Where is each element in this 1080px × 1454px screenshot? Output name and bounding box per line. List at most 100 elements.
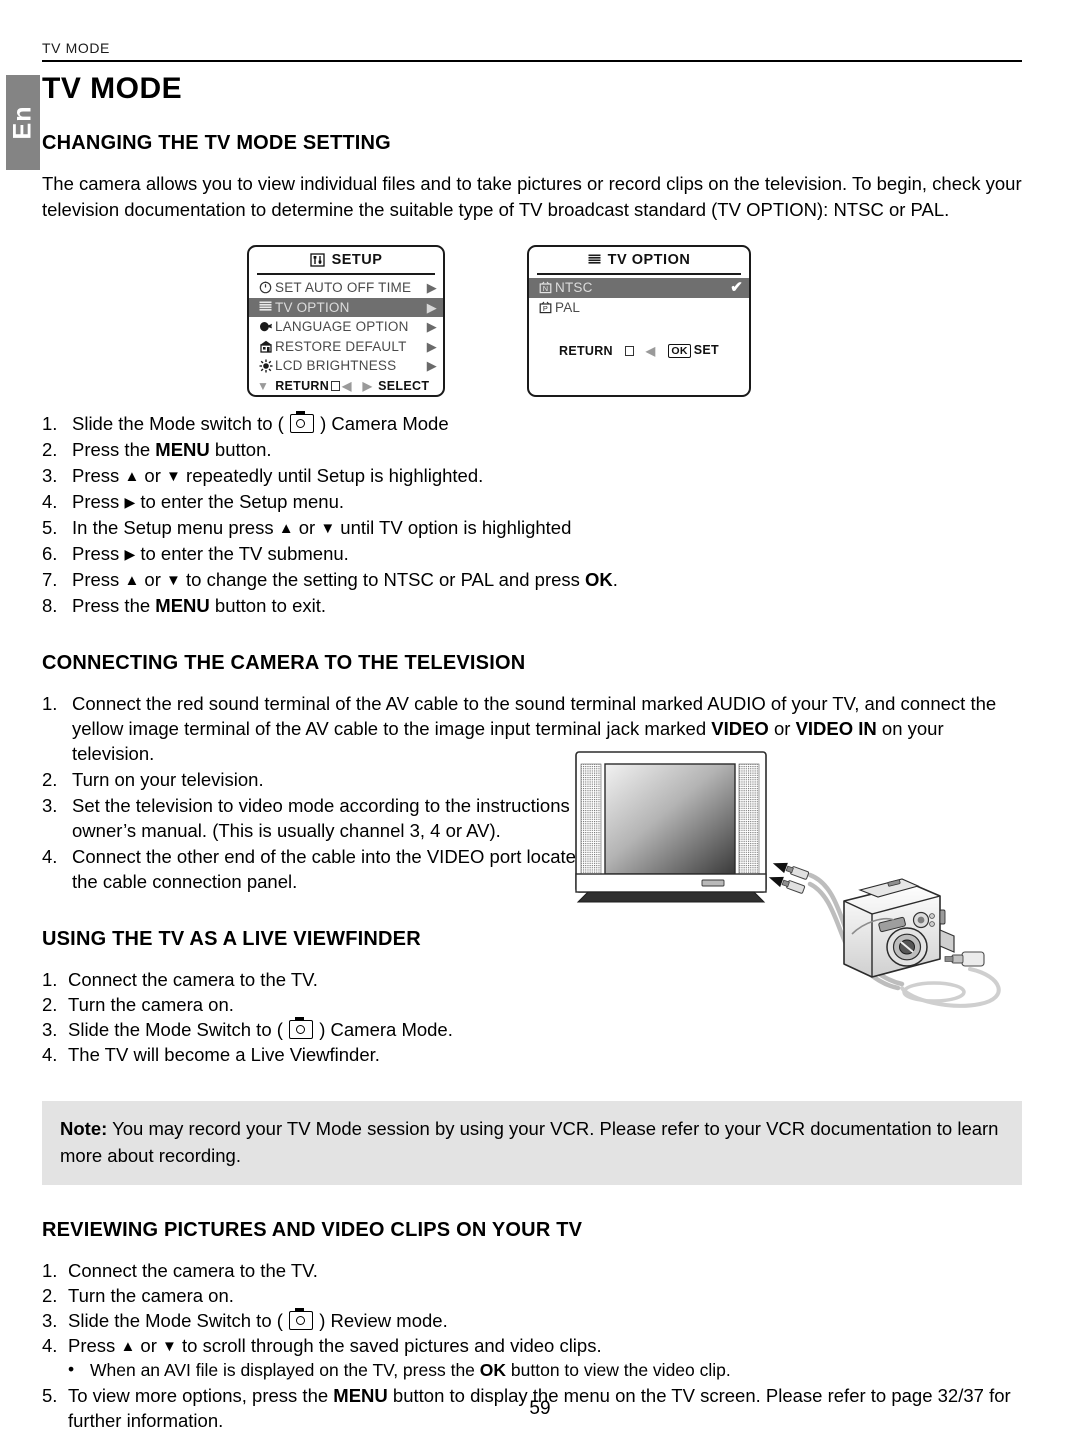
lcd-row-lcd-brightness[interactable]: LCD BRIGHTNESS ▶	[249, 356, 443, 376]
lcd-tv-option-set-label: SET	[693, 343, 719, 357]
running-header: TV MODE	[42, 40, 1022, 62]
step-text-mid: or	[768, 718, 796, 739]
lcd-setup-rows: SET AUTO OFF TIME ▶ TV OPTION ▶ LANGUAGE…	[249, 275, 443, 376]
list-item: 8. Press the MENU button to exit.	[42, 593, 1022, 618]
camera-mode-icon	[289, 1308, 314, 1330]
step-text-post: to scroll through the saved pictures and…	[176, 1335, 602, 1356]
step-text-post: to change the setting to NTSC or PAL and…	[180, 569, 586, 590]
step-text-pre: Connect the camera to the TV.	[68, 1260, 318, 1281]
list-item: 3. Slide the Mode Switch to ( ) Camera M…	[42, 1017, 1022, 1042]
ok-button-icon[interactable]: OK	[668, 344, 691, 358]
note-label: Note:	[60, 1118, 108, 1139]
triangle-left-icon: ◀	[645, 343, 656, 358]
intro-paragraph: The camera allows you to view individual…	[42, 173, 1022, 220]
note-text: You may record your TV Mode session by u…	[60, 1118, 999, 1166]
step-text-pre: In the Setup menu press	[72, 517, 279, 538]
step-number: 8.	[42, 595, 58, 616]
list-item: 4. Press to enter the Setup menu.	[42, 489, 1022, 514]
step-text-post: until TV option is highlighted	[335, 517, 572, 538]
lcd-row-label: TV OPTION	[275, 299, 350, 315]
lcd-row-label: NTSC	[555, 280, 593, 296]
tv-option-list-icon	[588, 254, 601, 266]
language-globe-icon	[256, 321, 275, 333]
arrow-down-icon	[166, 469, 181, 484]
list-item: 4. The TV will become a Live Viewfinder.	[42, 1042, 1022, 1067]
arrow-down-icon	[166, 573, 181, 588]
language-tab-label: En	[8, 105, 37, 140]
arrow-up-icon	[124, 469, 139, 484]
step-text-post: to enter the TV submenu.	[135, 543, 349, 564]
lcd-row-language-option[interactable]: LANGUAGE OPTION ▶	[249, 317, 443, 337]
list-item: 1. Connect the camera to the TV.	[42, 1258, 1022, 1283]
lcd-tv-option-title: TV OPTION	[607, 252, 691, 268]
step-text-pre: Slide the Mode Switch to (	[68, 1019, 289, 1040]
step-number: 7.	[42, 569, 58, 590]
lcd-row-label: LANGUAGE OPTION	[275, 319, 409, 335]
list-item: 2. Press the MENU button.	[42, 437, 1022, 462]
step-text-post2: .	[612, 569, 618, 590]
button-square-icon	[331, 380, 341, 391]
list-item: • When an AVI file is displayed on the T…	[42, 1358, 1022, 1383]
step-text-post: to enter the Setup menu.	[135, 491, 344, 512]
lcd-row-restore-default[interactable]: RESTORE DEFAULT ▶	[249, 337, 443, 357]
lcd-row-set-auto-off-time[interactable]: SET AUTO OFF TIME ▶	[249, 278, 443, 298]
lcd-row-label: SET AUTO OFF TIME	[275, 280, 412, 296]
step-text-post: button to exit.	[209, 595, 326, 616]
ok-button-label: OK	[479, 1360, 507, 1380]
chevron-right-icon: ▶	[426, 358, 437, 374]
step-number: 5.	[42, 517, 58, 538]
step-text-pre: The TV will become a Live Viewfinder.	[68, 1044, 380, 1065]
section-heading-reviewing: REVIEWING PICTURES AND VIDEO CLIPS ON YO…	[42, 1219, 583, 1241]
lcd-row-label: RESTORE DEFAULT	[275, 338, 407, 354]
step-text-pre: Turn the camera on.	[68, 1285, 234, 1306]
setup-sliders-icon	[309, 253, 325, 267]
list-item: 1. Slide the Mode switch to ( ) Camera M…	[42, 411, 1022, 436]
triangle-right-icon: ▶	[362, 378, 373, 393]
step-number: 4.	[42, 491, 58, 512]
camera-mode-icon	[289, 1017, 314, 1039]
step-number: 2.	[42, 1285, 58, 1306]
arrow-down-icon	[320, 521, 335, 536]
bullet-text-pre: When an AVI file is displayed on the TV,…	[90, 1360, 480, 1380]
step-text-pre: Press	[68, 1335, 121, 1356]
triangle-left-icon: ◀	[342, 378, 352, 393]
lcd-row-ntsc[interactable]: N NTSC ✔	[529, 278, 749, 298]
step-number: 4.	[42, 1044, 58, 1065]
step-number: 3.	[42, 465, 58, 486]
step-text-pre: Press the	[72, 595, 156, 616]
steps-reviewing: 1. Connect the camera to the TV. 2. Turn…	[42, 1258, 1022, 1358]
lcd-setup-footer: ▼ RETURN ◀ ▶ SELECT	[249, 379, 443, 393]
lcd-setup-title-bar: SETUP	[249, 247, 443, 273]
television-illustration	[575, 751, 767, 903]
lcd-row-tv-option[interactable]: TV OPTION ▶	[249, 297, 443, 317]
step-number: 2.	[42, 994, 58, 1015]
lcd-setup-return-label: RETURN	[275, 378, 330, 393]
lcd-brightness-sun-icon	[256, 359, 275, 373]
chevron-right-icon: ▶	[426, 280, 437, 296]
lcd-tv-option-title-bar: TV OPTION	[529, 247, 749, 273]
digital-camera-illustration	[843, 878, 955, 978]
step-text-post: ) Camera Mode	[314, 413, 449, 434]
step-text-pre: Turn the camera on.	[68, 994, 234, 1015]
list-item: 5. In the Setup menu press or until TV o…	[42, 515, 1022, 540]
section-heading-connecting: CONNECTING THE CAMERA TO THE TELEVISION	[42, 652, 526, 674]
step-text-pre: Press	[72, 465, 125, 486]
lcd-tv-option-rows: N NTSC ✔ P PAL	[529, 275, 749, 317]
step-text-pre: Connect the other end of the cable into …	[72, 846, 606, 892]
restore-default-house-icon	[256, 340, 275, 353]
lcd-setup-menu: SETUP SET AUTO OFF TIME ▶ TV OPTION ▶ LA…	[247, 245, 445, 397]
menu-button-label: MENU	[155, 439, 210, 460]
header-rule	[42, 60, 1022, 62]
pal-tv-icon: P	[536, 301, 555, 314]
chevron-right-icon: ▶	[426, 338, 437, 354]
lcd-row-label: LCD BRIGHTNESS	[275, 358, 397, 374]
steps-changing-tv-mode: 1. Slide the Mode switch to ( ) Camera M…	[42, 411, 1022, 618]
arrow-up-icon	[120, 1339, 135, 1354]
lcd-tv-option-footer: RETURN ◀ OK SET	[529, 343, 749, 358]
chevron-right-icon: ▶	[426, 319, 437, 335]
lcd-row-pal[interactable]: P PAL	[529, 298, 749, 318]
step-text-pre: Press	[72, 543, 125, 564]
lcd-setup-title: SETUP	[331, 252, 383, 268]
step-number: 3.	[42, 795, 58, 816]
step-number: 3.	[42, 1019, 58, 1040]
